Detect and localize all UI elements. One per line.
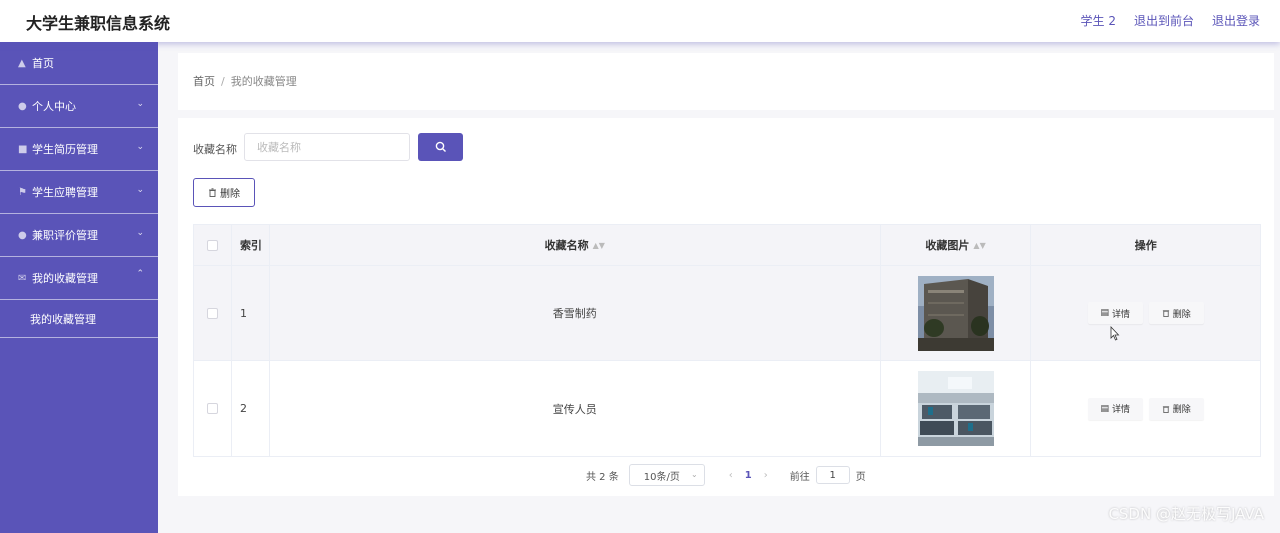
document-icon: ▤	[1100, 308, 1109, 318]
chevron-up-icon: ⌃	[136, 269, 144, 279]
delete-label: 删除	[1172, 405, 1191, 415]
breadcrumb-separator: /	[221, 75, 225, 88]
row-index: 2	[232, 361, 270, 456]
header-name: 收藏名称	[544, 239, 589, 252]
table-row: 1 香雪制药 ▤ 详情 删除	[194, 266, 1260, 361]
sidebar-item-evaluation[interactable]: ● 兼职评价管理 ⌄	[0, 214, 158, 257]
favorites-table: 索引 收藏名称 ▲▼ 收藏图片 ▲▼ 操作 1 香雪制药 ▤ 详情 删除 2 宣…	[193, 224, 1261, 457]
header-name-cell[interactable]: 收藏名称 ▲▼	[270, 225, 881, 265]
header-image: 收藏图片	[925, 239, 970, 252]
delete-button[interactable]: 删除	[1148, 397, 1204, 420]
row-checkbox[interactable]	[206, 307, 218, 319]
page-size-select[interactable]: 10条/页 ⌄	[628, 464, 705, 486]
app-title: 大学生兼职信息系统	[26, 14, 171, 33]
prev-page-icon[interactable]: ‹	[729, 470, 733, 481]
sidebar-item-application[interactable]: ⚑ 学生应聘管理 ⌄	[0, 171, 158, 214]
chevron-down-icon: ⌄	[136, 99, 144, 109]
next-page-icon[interactable]: ›	[764, 470, 768, 481]
top-header: 大学生兼职信息系统 学生 2 退出到前台 退出登录	[0, 0, 1280, 42]
sidebar-item-label: 首页	[32, 57, 54, 70]
row-index: 1	[232, 266, 270, 360]
batch-delete-button[interactable]: 删除	[193, 178, 255, 207]
watermark: CSDN @赵无极写JAVA	[1108, 505, 1264, 523]
breadcrumb: 首页 / 我的收藏管理	[193, 73, 297, 89]
sidebar-item-resume[interactable]: ■ 学生简历管理 ⌄	[0, 128, 158, 171]
page-size-value: 10条/页	[643, 471, 680, 483]
chevron-down-icon: ⌄	[136, 142, 144, 152]
detail-label: 详情	[1111, 405, 1130, 415]
mail-icon: ✉	[18, 272, 27, 284]
delete-label: 删除	[1172, 309, 1191, 320]
trash-icon	[1162, 405, 1169, 413]
breadcrumb-card: 首页 / 我的收藏管理	[178, 53, 1274, 110]
home-icon: ▲	[18, 57, 26, 69]
resume-icon: ■	[18, 143, 28, 155]
detail-button[interactable]: ▤ 详情	[1087, 397, 1143, 420]
breadcrumb-current: 我的收藏管理	[230, 75, 297, 88]
batch-delete-label: 删除	[220, 189, 240, 200]
goto-label: 前往	[789, 471, 810, 483]
sidebar-item-label: 学生简历管理	[32, 143, 98, 156]
search-button[interactable]	[418, 133, 463, 161]
breadcrumb-home[interactable]: 首页	[193, 75, 215, 88]
chevron-down-icon: ⌄	[691, 470, 698, 479]
favorite-image[interactable]	[917, 275, 994, 351]
search-input[interactable]	[244, 133, 410, 161]
current-user-link[interactable]: 学生 2	[1081, 12, 1116, 29]
sort-icon: ▲▼	[973, 240, 986, 250]
table-header-row: 索引 收藏名称 ▲▼ 收藏图片 ▲▼ 操作	[194, 225, 1260, 266]
row-name: 香雪制药	[270, 266, 881, 360]
sidebar-item-label: 我的收藏管理	[32, 272, 98, 285]
row-checkbox[interactable]	[206, 403, 218, 414]
goto-page-input[interactable]	[815, 466, 850, 484]
flag-icon: ⚑	[18, 186, 27, 198]
pagination: 共 2 条 10条/页 ⌄ ‹ 1 › 前往 页	[586, 464, 866, 486]
sidebar: ▲ 首页 ● 个人中心 ⌄ ■ 学生简历管理 ⌄ ⚑ 学生应聘管理 ⌄ ● 兼职…	[0, 42, 158, 533]
select-all-checkbox[interactable]	[206, 239, 218, 251]
chevron-down-icon: ⌄	[136, 228, 144, 238]
main-card: 收藏名称 删除 索引 收藏名称▲▼ 收藏图片▲▼ 操作 1 香雪制药	[178, 118, 1274, 496]
search-label: 收藏名称	[193, 143, 237, 156]
sidebar-item-label: 学生应聘管理	[32, 186, 98, 199]
trash-icon	[1162, 310, 1169, 317]
page-number-current[interactable]: 1	[745, 470, 752, 481]
document-icon: ▤	[1100, 403, 1109, 414]
trash-icon	[209, 188, 216, 197]
favorite-image[interactable]	[917, 371, 994, 446]
header-index: 索引	[232, 225, 270, 265]
sidebar-item-personal-center[interactable]: ● 个人中心 ⌄	[0, 85, 158, 128]
row-name: 宣传人员	[270, 361, 881, 456]
search-icon	[435, 141, 446, 152]
user-icon: ●	[18, 229, 27, 241]
user-icon: ●	[18, 100, 27, 112]
sidebar-subitem-favorites[interactable]: 我的收藏管理	[0, 300, 158, 338]
back-to-frontend-link[interactable]: 退出到前台	[1134, 12, 1194, 29]
delete-button[interactable]: 删除	[1148, 302, 1204, 324]
sort-icon: ▲▼	[592, 240, 605, 250]
mouse-cursor-icon	[1110, 326, 1120, 341]
sidebar-item-label: 个人中心	[32, 100, 76, 113]
pagination-total: 共 2 条	[586, 471, 619, 483]
sidebar-item-home[interactable]: ▲ 首页	[0, 42, 158, 85]
header-ops: 操作	[1134, 239, 1157, 252]
logout-link[interactable]: 退出登录	[1212, 12, 1260, 29]
sidebar-item-favorites[interactable]: ✉ 我的收藏管理 ⌃	[0, 257, 158, 300]
header-links: 学生 2 退出到前台 退出登录	[1081, 12, 1260, 29]
chevron-down-icon: ⌄	[136, 185, 144, 195]
header-image-cell[interactable]: 收藏图片 ▲▼	[881, 225, 1032, 265]
table-row: 2 宣传人员 ▤ 详情 删除	[194, 361, 1260, 456]
detail-button[interactable]: ▤ 详情	[1087, 302, 1143, 324]
detail-label: 详情	[1111, 309, 1130, 320]
page-suffix: 页	[855, 471, 866, 483]
sidebar-item-label: 兼职评价管理	[32, 229, 98, 242]
